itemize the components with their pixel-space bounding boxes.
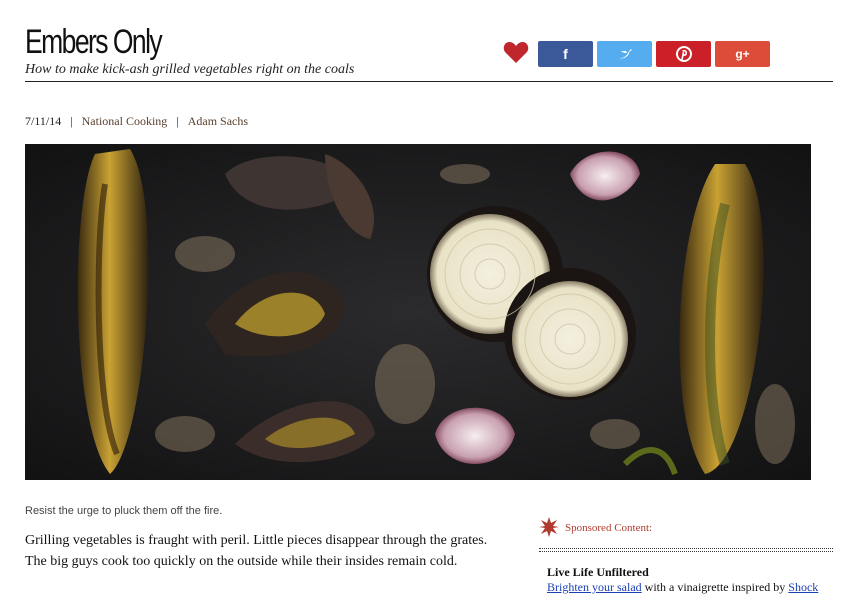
header-rule	[25, 81, 833, 82]
article-subtitle: How to make kick-ash grilled vegetables …	[25, 62, 355, 77]
pinterest-share-button[interactable]	[656, 41, 711, 67]
starburst-icon	[539, 517, 559, 537]
meta-separator: |	[70, 114, 73, 128]
heart-icon[interactable]	[503, 40, 529, 64]
meta-separator: |	[176, 114, 179, 128]
article-body: Grilling vegetables is fraught with peri…	[25, 533, 488, 569]
image-caption: Resist the urge to pluck them off the fi…	[25, 505, 223, 517]
facebook-icon: f	[563, 46, 568, 62]
article-date: 7/11/14	[25, 114, 62, 128]
sponsored-label: Sponsored Content:	[565, 522, 653, 534]
promo-text: Brighten your salad with a vinaigrette i…	[547, 580, 818, 595]
divider	[539, 548, 833, 549]
facebook-share-button[interactable]: f	[538, 41, 593, 67]
promo-middle-text: with a vinaigrette inspired by	[641, 580, 789, 594]
author-link[interactable]: Adam Sachs	[188, 114, 248, 129]
section-link[interactable]: National Cooking	[82, 114, 168, 129]
divider	[539, 551, 833, 552]
brand-link[interactable]: Shock	[788, 580, 818, 594]
google-plus-share-button[interactable]: g+	[715, 41, 770, 67]
promo-title: Live Life Unfiltered	[547, 565, 649, 579]
promo-link[interactable]: Brighten your salad	[547, 580, 642, 594]
article-title: Embers Only	[25, 23, 163, 61]
hero-image	[25, 144, 811, 480]
twitter-share-button[interactable]	[597, 41, 652, 67]
pinterest-icon	[675, 46, 692, 62]
twitter-icon	[617, 49, 632, 59]
google-plus-icon: g+	[735, 47, 750, 61]
article-meta: 7/11/14 | National Cooking | Adam Sachs	[25, 114, 248, 129]
